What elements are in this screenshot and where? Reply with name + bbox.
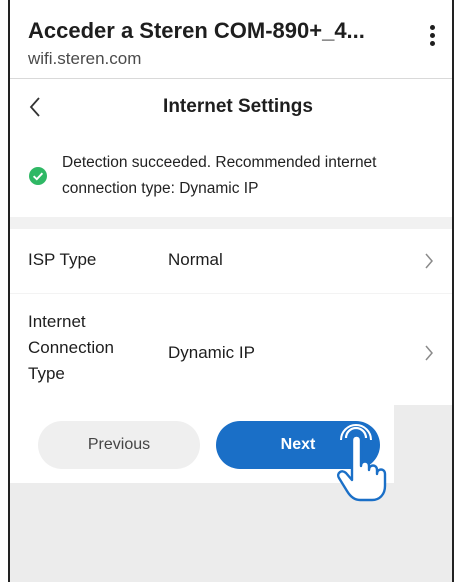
setting-label-line: Type bbox=[28, 364, 65, 383]
chevron-right-icon bbox=[425, 345, 433, 361]
detection-message: Detection succeeded. Recommended interne… bbox=[62, 154, 377, 197]
setting-label: Internet Connection Type bbox=[28, 309, 114, 387]
section-gap bbox=[10, 217, 452, 229]
browser-bar: Acceder a Steren COM-890+_4... wifi.ster… bbox=[10, 0, 452, 79]
kebab-menu-icon[interactable] bbox=[430, 25, 436, 47]
browser-page-title: Acceder a Steren COM-890+_4... bbox=[28, 18, 365, 43]
setting-value: Normal bbox=[168, 250, 223, 269]
setting-label-line: Internet bbox=[28, 312, 86, 331]
chevron-right-icon bbox=[425, 253, 433, 269]
detection-banner: Detection succeeded. Recommended interne… bbox=[10, 137, 452, 217]
setting-value: Dynamic IP bbox=[168, 343, 255, 362]
page-header: Internet Settings bbox=[10, 79, 452, 137]
browser-url[interactable]: wifi.steren.com bbox=[28, 49, 141, 69]
page-title: Internet Settings bbox=[163, 96, 313, 117]
setting-row-connection-type[interactable]: Internet Connection Type Dynamic IP bbox=[10, 294, 452, 405]
pointing-hand-icon bbox=[337, 424, 387, 502]
setting-label-line: Connection bbox=[28, 338, 115, 357]
check-circle-icon bbox=[29, 167, 47, 185]
previous-button[interactable]: Previous bbox=[38, 421, 200, 469]
settings-list: ISP Type Normal Internet Connection Type… bbox=[10, 229, 452, 405]
phone-frame: Acceder a Steren COM-890+_4... wifi.ster… bbox=[8, 0, 454, 582]
setting-label: ISP Type bbox=[28, 250, 97, 269]
setting-row-isp-type[interactable]: ISP Type Normal bbox=[10, 229, 452, 293]
